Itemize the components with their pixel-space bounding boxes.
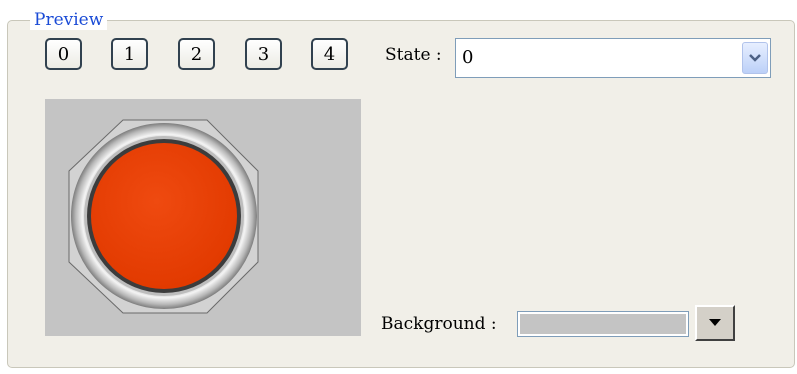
preview-group-label: Preview	[30, 10, 108, 30]
state-button-1[interactable]: 1	[111, 38, 148, 70]
state-label: State :	[385, 45, 442, 65]
lamp-button-image	[68, 119, 259, 314]
state-select[interactable]: 0	[455, 38, 771, 78]
state-button-4[interactable]: 4	[311, 38, 348, 70]
chevron-down-icon[interactable]	[742, 42, 768, 74]
background-label: Background :	[381, 314, 497, 334]
state-button-2[interactable]: 2	[178, 38, 215, 70]
background-color-swatch	[520, 314, 686, 334]
state-button-3[interactable]: 3	[245, 38, 282, 70]
preview-canvas	[45, 99, 361, 336]
state-select-value: 0	[462, 47, 474, 68]
triangle-down-icon	[709, 319, 721, 326]
background-dropdown-button[interactable]	[695, 305, 735, 341]
state-button-0[interactable]: 0	[45, 38, 82, 70]
background-color-field[interactable]	[517, 311, 689, 337]
